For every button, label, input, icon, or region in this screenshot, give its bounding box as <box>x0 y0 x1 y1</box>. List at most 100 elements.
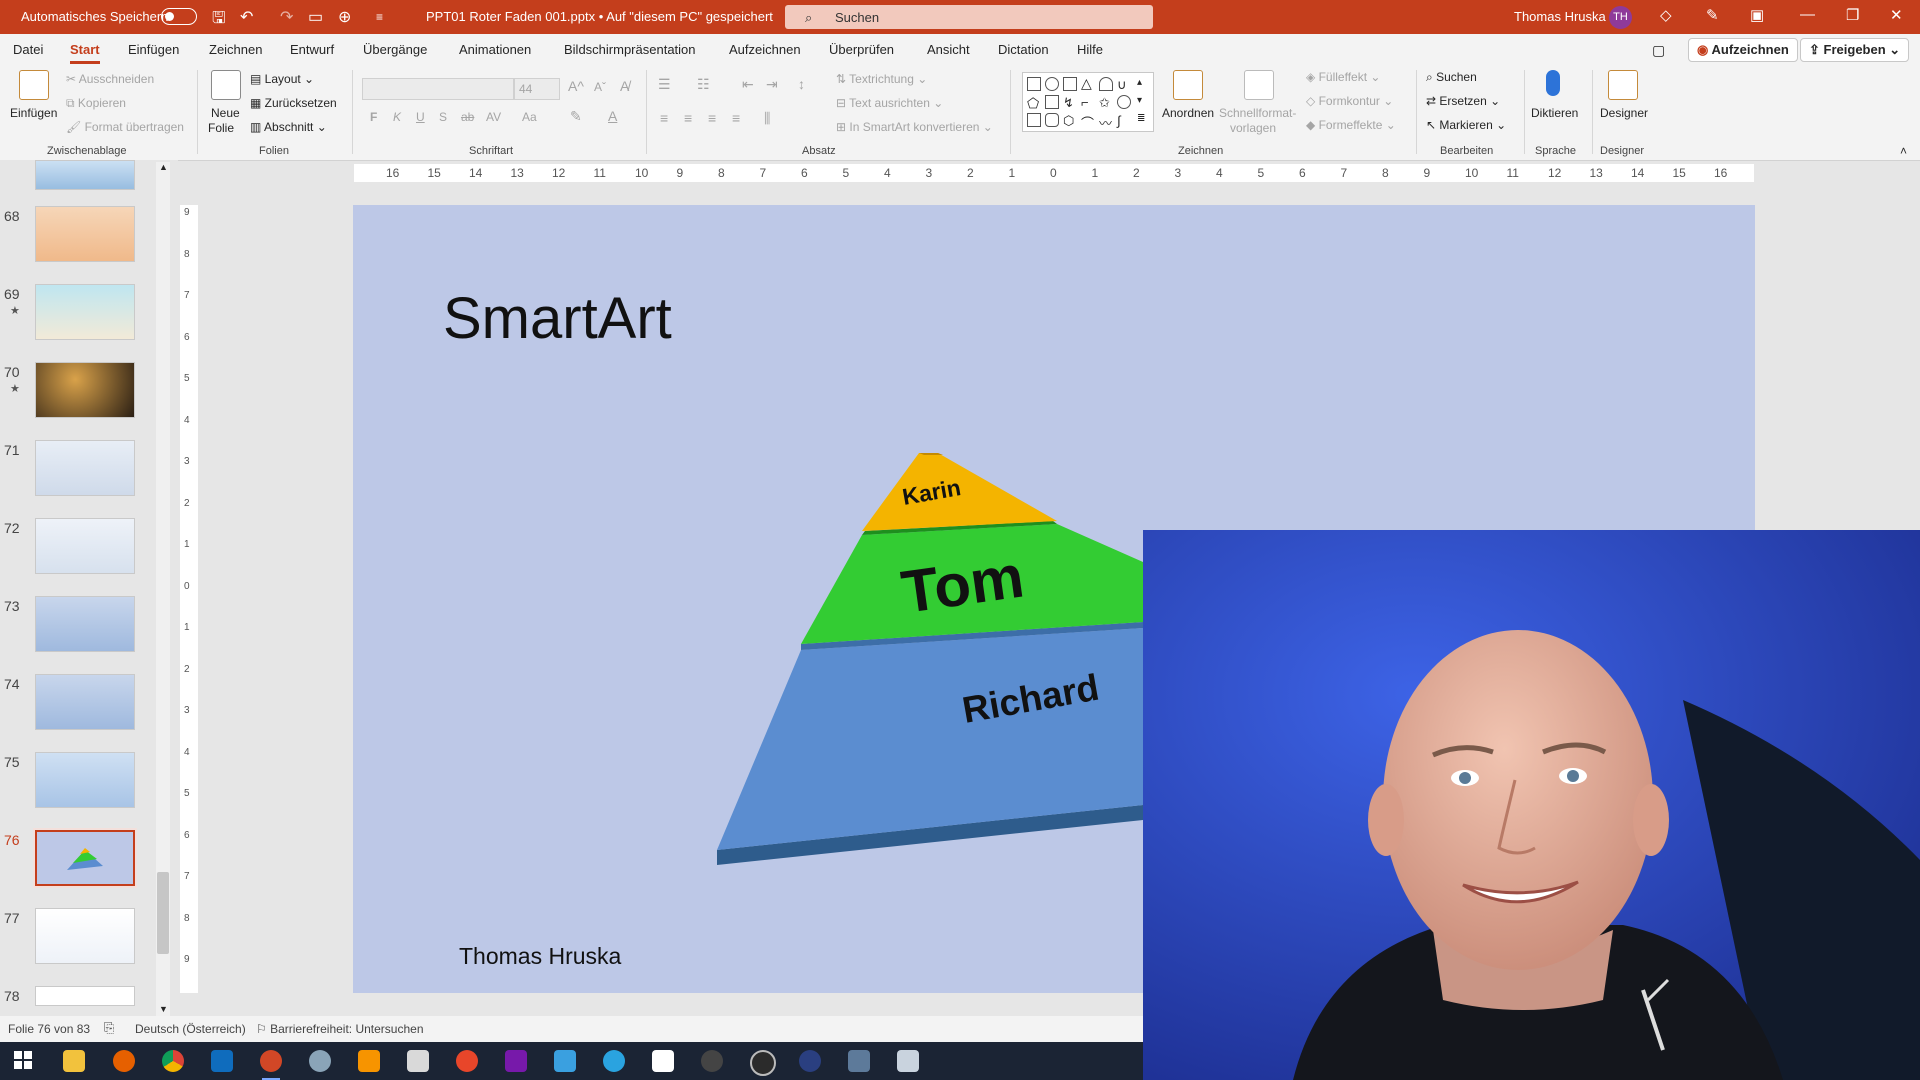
tab-zeichnen[interactable]: Zeichnen <box>209 42 262 57</box>
slide-thumbnail-69[interactable] <box>35 284 135 340</box>
shape-triangle-icon[interactable]: △ <box>1081 76 1095 91</box>
reset-button[interactable]: ▦ Zurücksetzen <box>250 96 337 110</box>
vlc-icon[interactable] <box>358 1050 380 1072</box>
telegram-icon[interactable] <box>603 1050 625 1072</box>
align-right-icon[interactable]: ≡ <box>708 110 716 126</box>
onenote-icon[interactable] <box>505 1050 527 1072</box>
new-slide-icon[interactable] <box>211 70 241 100</box>
designer-icon[interactable] <box>1608 70 1638 100</box>
shape-rounded-rect-icon[interactable] <box>1045 113 1059 127</box>
change-case-button[interactable]: Aa <box>522 110 537 124</box>
increase-indent-icon[interactable]: ⇥ <box>766 76 778 93</box>
shape-connector-icon[interactable]: ↯ <box>1063 95 1077 110</box>
obs-icon[interactable] <box>701 1050 723 1072</box>
dictate-button[interactable]: Diktieren <box>1531 106 1578 120</box>
user-name[interactable]: Thomas Hruska <box>1514 9 1606 24</box>
scrollbar-thumb[interactable] <box>157 872 169 954</box>
tab-animationen[interactable]: Animationen <box>459 42 531 57</box>
search-box[interactable]: ⌕ Suchen <box>785 5 1153 29</box>
shape-curve-icon[interactable]: ∪ <box>1117 77 1131 92</box>
gallery-more-icon[interactable]: ≣ <box>1137 113 1151 127</box>
text-direction-button[interactable]: ⇅ Textrichtung ⌄ <box>836 72 927 86</box>
shape-oval-icon[interactable] <box>1045 77 1059 91</box>
tab-bildschirmpraesentation[interactable]: Bildschirmpräsentation <box>564 42 696 57</box>
shape-fill-button[interactable]: ◈ Fülleffekt ⌄ <box>1306 70 1380 84</box>
highlight-icon[interactable]: ✎ <box>570 108 582 125</box>
copy-button[interactable]: ⧉ Kopieren <box>66 96 126 111</box>
slide-thumbnail-72[interactable] <box>35 518 135 574</box>
shape-rectangle-icon[interactable] <box>1027 113 1041 127</box>
align-text-button[interactable]: ⊟ Text ausrichten ⌄ <box>836 96 943 110</box>
app-icon[interactable] <box>309 1050 331 1072</box>
tab-einfuegen[interactable]: Einfügen <box>128 42 179 57</box>
share-button[interactable]: ⇪ Freigeben ⌄ <box>1800 38 1910 62</box>
powerpoint-icon[interactable] <box>260 1050 282 1080</box>
new-slide-label-1[interactable]: Neue <box>211 106 240 120</box>
ribbon-display-icon[interactable]: ▣ <box>1750 6 1764 24</box>
tab-ansicht[interactable]: Ansicht <box>927 42 970 57</box>
convert-smartart-button[interactable]: ⊞ In SmartArt konvertieren ⌄ <box>836 120 993 134</box>
slide-author[interactable]: Thomas Hruska <box>459 943 621 970</box>
align-left-icon[interactable]: ≡ <box>660 110 668 126</box>
document-title[interactable]: PPT01 Roter Faden 001.pptx • Auf "diesem… <box>426 9 773 24</box>
line-spacing-icon[interactable]: ↕ <box>798 76 805 92</box>
new-slide-label-2[interactable]: Folie <box>208 121 234 135</box>
font-color-icon[interactable]: A <box>608 108 617 124</box>
shape-text-icon[interactable] <box>1045 95 1059 109</box>
gallery-down-icon[interactable]: ▾ <box>1137 95 1151 109</box>
collapse-ribbon-icon[interactable]: ˄ <box>1900 144 1907 158</box>
clear-format-icon[interactable]: A̸ <box>620 78 629 94</box>
accessibility-button[interactable]: ⚐ Barrierefreiheit: Untersuchen <box>256 1022 424 1036</box>
shape-callout-icon[interactable]: ⌒ <box>1081 113 1095 131</box>
section-button[interactable]: ▥ Abschnitt ⌄ <box>250 120 327 134</box>
close-icon[interactable]: ✕ <box>1890 6 1903 24</box>
find-button[interactable]: ⌕ Suchen <box>1426 70 1477 85</box>
slide-thumbnail-77[interactable] <box>35 908 135 964</box>
tab-hilfe[interactable]: Hilfe <box>1077 42 1103 57</box>
replace-button[interactable]: ⇄ Ersetzen ⌄ <box>1426 94 1500 108</box>
customize-qat-icon[interactable]: ≡ <box>376 10 383 24</box>
tab-aufzeichnen[interactable]: Aufzeichnen <box>729 42 801 57</box>
autosave-toggle[interactable] <box>161 8 197 25</box>
shadow-button[interactable]: S <box>439 110 447 124</box>
comments-icon[interactable]: ▢ <box>1652 42 1665 59</box>
slide-thumbnail-78[interactable] <box>35 986 135 1006</box>
shape-star-icon[interactable]: ✩ <box>1099 95 1113 110</box>
columns-icon[interactable]: ⫼ <box>764 110 770 127</box>
slide-thumbnail-76[interactable] <box>33 828 137 888</box>
char-spacing-button[interactable]: AV <box>486 110 501 124</box>
outlook-icon[interactable] <box>211 1050 233 1072</box>
justify-icon[interactable]: ≡ <box>732 110 740 126</box>
vimeo-icon[interactable] <box>554 1050 576 1072</box>
shape-gallery[interactable]: △ ∪ ⬠ ↯ ⌐ ✩ ⬡ ⌒ 〰 ∫ ▴ ▾ ≣ <box>1022 72 1154 132</box>
slide-thumbnail-74[interactable] <box>35 674 135 730</box>
grow-font-icon[interactable]: A^ <box>568 78 584 94</box>
shape-effects-button[interactable]: ◆ Formeffekte ⌄ <box>1306 118 1396 132</box>
shape-pentagon-icon[interactable]: ⬠ <box>1027 95 1041 111</box>
shape-outline-button[interactable]: ◇ Formkontur ⌄ <box>1306 94 1393 108</box>
font-size-field[interactable]: 44 <box>514 78 560 100</box>
decrease-indent-icon[interactable]: ⇤ <box>742 76 754 93</box>
shrink-font-icon[interactable]: Aˇ <box>594 80 606 94</box>
tab-start[interactable]: Start <box>70 42 100 64</box>
record-button[interactable]: ◉ Aufzeichnen <box>1688 38 1798 62</box>
microphone-icon[interactable] <box>1546 70 1560 96</box>
shape-arc-icon[interactable] <box>1099 77 1113 91</box>
file-explorer-icon[interactable] <box>63 1050 85 1072</box>
numbering-icon[interactable]: ☷ <box>697 76 710 93</box>
strikethrough-button[interactable]: ab <box>461 110 474 124</box>
save-icon[interactable]: 🖫 <box>212 7 226 34</box>
app-icon[interactable] <box>456 1050 478 1072</box>
quick-styles-label-1[interactable]: Schnellformat- <box>1219 106 1296 120</box>
clipboard-icon[interactable] <box>19 70 49 100</box>
italic-button[interactable]: K <box>393 110 401 124</box>
windows-start-icon[interactable] <box>13 1050 35 1072</box>
firefox-icon[interactable] <box>113 1050 135 1072</box>
shape-ellipse-icon[interactable] <box>1117 95 1131 109</box>
shape-freeform-icon[interactable]: 〰 <box>1099 113 1113 131</box>
chrome-icon[interactable] <box>162 1050 184 1072</box>
arrange-icon[interactable] <box>1173 70 1203 100</box>
tab-ueberpruefen[interactable]: Überprüfen <box>829 42 894 57</box>
quick-styles-icon[interactable] <box>1244 70 1274 100</box>
app-icon[interactable] <box>848 1050 870 1072</box>
